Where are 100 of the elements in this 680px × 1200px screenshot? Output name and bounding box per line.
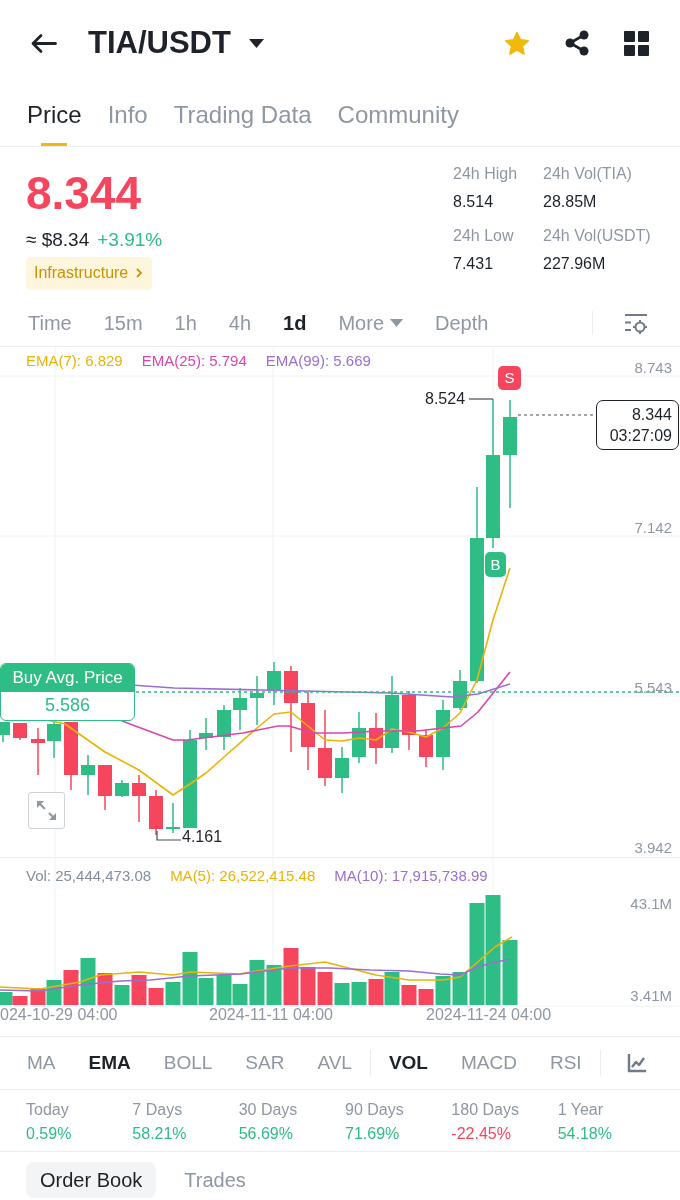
last-price-label: 8.344 bbox=[631, 405, 672, 425]
volume-bar bbox=[63, 970, 79, 1005]
volume-legend: Vol: 25,444,473.08 bbox=[26, 867, 152, 885]
price-change: +3.91% bbox=[97, 228, 163, 252]
interval-option[interactable]: 1h bbox=[174, 311, 197, 335]
stat-value: 227.96M bbox=[543, 254, 606, 274]
interval-option[interactable]: Time bbox=[28, 311, 72, 335]
stat-value: 8.514 bbox=[453, 192, 494, 212]
date-axis-label: 2024-11-24 04:00 bbox=[426, 1006, 552, 1024]
stat-label: 24h Vol(USDT) bbox=[543, 226, 651, 246]
candlestick bbox=[335, 746, 349, 794]
candlestick bbox=[132, 774, 146, 823]
buy-average-title: Buy Avg. Price bbox=[1, 664, 134, 692]
book-tab[interactable]: Trades bbox=[170, 1162, 260, 1198]
caret-icon bbox=[248, 38, 264, 48]
price-axis-label: 3.942 bbox=[634, 839, 672, 857]
indicator-legend: EMA(7): 6.829 bbox=[26, 352, 123, 370]
candlestick bbox=[352, 711, 366, 764]
period-label: 30 Days bbox=[238, 1100, 298, 1120]
period-change: -22.45% bbox=[451, 1124, 511, 1144]
candlestick bbox=[250, 675, 264, 726]
indicator-option[interactable]: BOLL bbox=[163, 1051, 213, 1075]
share-icon[interactable] bbox=[565, 30, 589, 56]
indicator-legend: EMA(99): 5.669 bbox=[265, 352, 371, 370]
period-label: 90 Days bbox=[345, 1100, 404, 1120]
chevron-right-icon bbox=[136, 268, 143, 278]
candlestick bbox=[402, 690, 416, 751]
candlestick bbox=[419, 729, 433, 768]
caret-icon bbox=[390, 319, 404, 327]
candlestick bbox=[81, 754, 95, 796]
candlestick bbox=[13, 722, 27, 741]
indicator-option[interactable]: EMA bbox=[88, 1051, 131, 1075]
leader-line bbox=[156, 830, 182, 841]
candlestick bbox=[436, 699, 450, 771]
candlestick bbox=[453, 669, 467, 711]
period-label: 1 Year bbox=[557, 1100, 604, 1120]
candlestick bbox=[369, 712, 383, 765]
sell-marker: S bbox=[498, 366, 521, 390]
star-icon[interactable] bbox=[504, 30, 530, 56]
indicator-option[interactable]: SAR bbox=[245, 1051, 285, 1075]
chart-settings-icon[interactable] bbox=[625, 312, 647, 334]
countdown-label: 03:27:09 bbox=[609, 426, 672, 446]
volume-legend: MA(5): 26,522,415.48 bbox=[170, 867, 316, 885]
tab[interactable]: Info bbox=[107, 86, 148, 146]
back-arrow-icon[interactable] bbox=[30, 32, 57, 54]
book-tab[interactable]: Order Book bbox=[26, 1162, 157, 1198]
expand-icon bbox=[37, 801, 56, 820]
tab[interactable]: Trading Data bbox=[173, 86, 312, 146]
interval-option[interactable]: 4h bbox=[228, 311, 252, 335]
volume-bar bbox=[216, 975, 232, 1005]
stat-label: 24h High bbox=[453, 164, 518, 184]
candlestick bbox=[98, 764, 112, 811]
pair-selector[interactable]: TIA/USDT bbox=[88, 25, 264, 61]
line-chart-icon[interactable] bbox=[627, 1053, 647, 1073]
grid-icon[interactable] bbox=[624, 30, 649, 56]
interval-option[interactable]: 1d bbox=[283, 311, 307, 335]
period-label: Today bbox=[26, 1100, 69, 1120]
volume-axis-label: 3.41M bbox=[630, 987, 672, 1005]
period-change: 54.18% bbox=[557, 1124, 612, 1144]
candlestick bbox=[233, 687, 247, 731]
indicator-legend: EMA(25): 5.794 bbox=[141, 352, 247, 370]
candlestick bbox=[149, 789, 163, 836]
indicator-option[interactable]: MACD bbox=[461, 1051, 517, 1075]
price-axis-label: 5.543 bbox=[634, 679, 672, 697]
date-axis-label: 024-10-29 04:00 bbox=[0, 1006, 118, 1024]
candlestick bbox=[217, 704, 231, 751]
volume-bar bbox=[368, 979, 384, 1005]
stat-label: 24h Vol(TIA) bbox=[543, 164, 632, 184]
fiat-price: ≈ $8.34 bbox=[26, 228, 90, 252]
buy-marker: B bbox=[485, 552, 506, 577]
date-axis-label: 2024-11-11 04:00 bbox=[209, 1006, 333, 1024]
stat-value: 7.431 bbox=[453, 254, 494, 274]
candlestick bbox=[31, 727, 45, 776]
price-axis-label: 8.743 bbox=[634, 359, 672, 377]
indicator-option[interactable]: RSI bbox=[549, 1051, 582, 1075]
interval-option[interactable]: 15m bbox=[103, 311, 143, 335]
indicator-option[interactable]: VOL bbox=[388, 1051, 428, 1075]
category-tag[interactable]: Infrastructure bbox=[26, 257, 153, 290]
period-change: 71.69% bbox=[345, 1124, 400, 1144]
more-dropdown[interactable]: More bbox=[338, 311, 404, 335]
volume-bar bbox=[351, 982, 367, 1005]
buy-average-value: 5.586 bbox=[43, 694, 91, 717]
indicator-option[interactable]: MA bbox=[27, 1051, 56, 1075]
expand-button[interactable] bbox=[28, 792, 65, 829]
stat-value: 28.85M bbox=[543, 192, 597, 212]
period-change: 0.59% bbox=[26, 1124, 72, 1144]
tab[interactable]: Community bbox=[337, 86, 459, 146]
price-axis-label: 7.142 bbox=[634, 519, 672, 537]
candlestick bbox=[115, 779, 129, 798]
indicator-option[interactable]: AVL bbox=[317, 1051, 352, 1075]
high-price-label: 8.524 bbox=[425, 390, 466, 408]
low-price-label: 4.161 bbox=[182, 828, 223, 846]
candlestick bbox=[267, 661, 281, 706]
volume-axis-label: 43.1M bbox=[630, 895, 672, 913]
stat-label: 24h Low bbox=[453, 226, 514, 246]
period-label: 180 Days bbox=[451, 1100, 519, 1120]
leader-line bbox=[468, 398, 494, 400]
period-change: 56.69% bbox=[238, 1124, 293, 1144]
interval-option[interactable]: Depth bbox=[435, 311, 489, 335]
period-change: 58.21% bbox=[132, 1124, 187, 1144]
